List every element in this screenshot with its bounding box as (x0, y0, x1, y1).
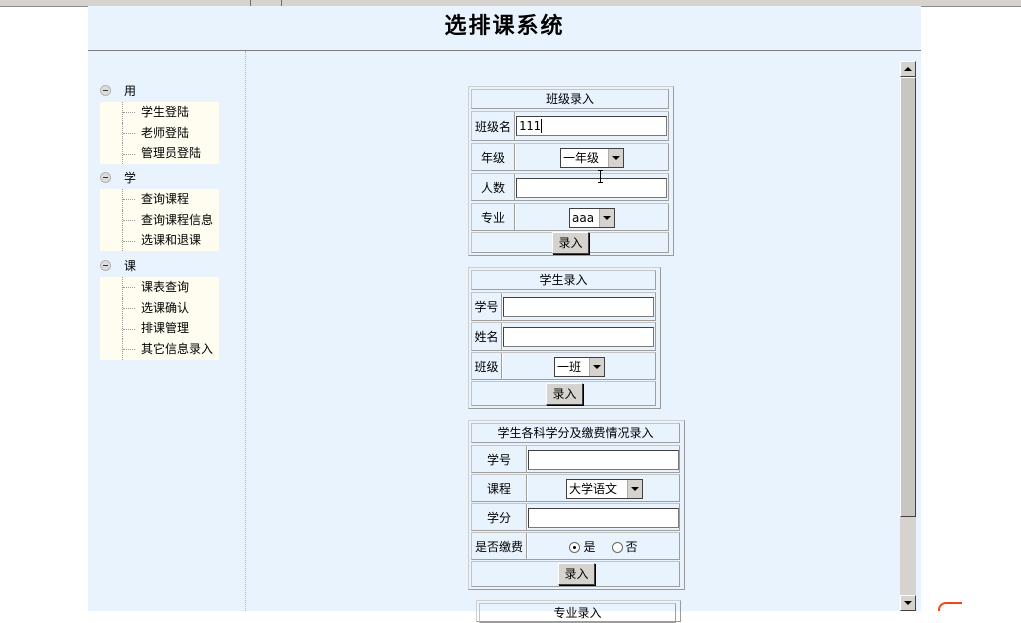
form-row: 班级名 111 (471, 111, 669, 141)
scroll-up-icon[interactable] (900, 61, 916, 77)
class-select-value: 一班 (557, 360, 582, 374)
chevron-down-icon[interactable] (627, 480, 642, 498)
sidebar-item-confirm-selection[interactable]: 选课确认 (100, 297, 219, 319)
sidebar-item-teacher-login[interactable]: 老师登陆 (100, 122, 219, 144)
class-select[interactable]: 一班 (554, 357, 605, 377)
field-label: 班级 (472, 353, 502, 379)
corner-mark-icon (938, 602, 962, 611)
chevron-down-icon[interactable] (599, 209, 614, 227)
vertical-scrollbar[interactable] (900, 61, 916, 611)
form-row: 学号 (471, 292, 656, 321)
student-id-input[interactable] (503, 297, 654, 317)
student-name-input[interactable] (503, 327, 654, 347)
major-select-value: aaa (572, 211, 595, 225)
field-label: 是否缴费 (472, 533, 527, 559)
sidebar-item-timetable[interactable]: 课表查询 (100, 277, 219, 298)
app-frame: 选排课系统 用户登陆 学生登陆 老师登陆 管理员登陆 学生选课 查询课程 查询课… (88, 6, 921, 623)
chevron-down-icon[interactable] (589, 358, 604, 376)
text-cursor-icon (598, 170, 603, 183)
form-row: 课程 大学语文 (471, 474, 680, 502)
form-row: 人数 (471, 173, 669, 201)
class-name-input[interactable]: 111 (516, 116, 667, 136)
form-caption-row: 学生各科学分及缴费情况录入 (471, 423, 680, 443)
form-caption: 专业录入 (553, 606, 602, 620)
credit-student-id-input[interactable] (528, 450, 679, 470)
text-caret (541, 119, 542, 133)
field-label: 学号 (472, 446, 527, 472)
form-row: 年级 一年级 (471, 143, 669, 171)
form-row: 专业 aaa (471, 203, 669, 231)
paid-yes-label: 是 (583, 539, 596, 554)
form-caption-row: 班级录入 (471, 89, 669, 109)
student-submit-button[interactable]: 录入 (546, 383, 583, 405)
radio-unchecked-icon[interactable] (611, 541, 623, 553)
major-entry-form: 专业录入 (476, 600, 681, 623)
sidebar-item-other-info[interactable]: 其它信息录入 (100, 339, 219, 360)
field-label: 专业 (472, 204, 515, 230)
student-count-input[interactable] (516, 178, 667, 198)
form-row: 学分 (471, 503, 680, 531)
form-caption: 班级录入 (545, 92, 594, 106)
paid-no-option[interactable]: 否 (611, 538, 638, 555)
form-row: 姓名 (471, 322, 656, 351)
paid-no-label: 否 (625, 539, 638, 554)
class-submit-button[interactable]: 录入 (552, 232, 589, 254)
form-caption: 学生各科学分及缴费情况录入 (497, 426, 654, 440)
grade-select-value: 一年级 (563, 151, 600, 165)
scrollbar-thumb[interactable] (900, 77, 916, 517)
field-label: 学分 (472, 504, 527, 530)
chevron-down-icon[interactable] (608, 149, 623, 167)
sidebar-item-select-drop[interactable]: 选课和退课 (100, 230, 219, 251)
page-header: 选排课系统 (88, 6, 921, 51)
student-entry-form: 学生录入 学号 姓名 班级 一班 录入 (468, 267, 661, 409)
form-row: 班级 一班 (471, 352, 656, 380)
radio-checked-icon[interactable] (569, 541, 581, 553)
sidebar-item-query-courses[interactable]: 查询课程 (100, 189, 219, 210)
sidebar-item-scheduling[interactable]: 排课管理 (100, 318, 219, 339)
sidebar-group-items: 学生登陆 老师登陆 管理员登陆 (100, 102, 219, 165)
form-caption: 学生录入 (539, 273, 588, 287)
sidebar-group-items: 课表查询 选课确认 排课管理 其它信息录入 (100, 277, 219, 360)
major-select[interactable]: aaa (569, 208, 615, 228)
course-select-value: 大学语文 (569, 482, 618, 496)
field-label: 人数 (472, 174, 515, 200)
credit-submit-button[interactable]: 录入 (558, 563, 595, 585)
collapse-icon[interactable] (100, 172, 111, 183)
form-submit-row: 录入 (471, 561, 680, 587)
sidebar-item-admin-login[interactable]: 管理员登陆 (100, 143, 219, 164)
sidebar: 用户登陆 学生登陆 老师登陆 管理员登陆 学生选课 查询课程 查询课程信息 选课… (88, 51, 246, 611)
credit-payment-form: 学生各科学分及缴费情况录入 学号 课程 大学语文 学分 是否缴费 是 否 录入 (468, 420, 685, 590)
page-title: 选排课系统 (444, 13, 565, 39)
field-cell: 是 否 (527, 533, 679, 559)
form-submit-row: 录入 (471, 232, 669, 254)
class-entry-form: 班级录入 班级名 111 年级 一年级 人数 专业 aaa 录入 (468, 86, 674, 256)
field-label: 年级 (472, 144, 515, 170)
collapse-icon[interactable] (100, 260, 111, 271)
form-row: 学号 (471, 445, 680, 473)
sidebar-item-student-login[interactable]: 学生登陆 (100, 102, 219, 123)
course-select[interactable]: 大学语文 (566, 479, 643, 499)
field-label: 课程 (472, 475, 527, 501)
scroll-down-icon[interactable] (900, 595, 916, 611)
sidebar-group-items: 查询课程 查询课程信息 选课和退课 (100, 189, 219, 252)
field-label: 班级名 (472, 112, 515, 140)
credit-input[interactable] (528, 508, 679, 528)
sidebar-item-query-course-info[interactable]: 查询课程信息 (100, 209, 219, 231)
paid-yes-option[interactable]: 是 (569, 538, 596, 555)
field-label: 姓名 (472, 323, 502, 350)
grade-select[interactable]: 一年级 (560, 148, 624, 168)
collapse-icon[interactable] (100, 85, 111, 96)
form-row: 是否缴费 是 否 (471, 532, 680, 560)
form-caption-row: 学生录入 (471, 270, 656, 290)
form-caption-row: 专业录入 (479, 603, 676, 623)
form-submit-row: 录入 (471, 381, 656, 406)
field-label: 学号 (472, 293, 502, 320)
